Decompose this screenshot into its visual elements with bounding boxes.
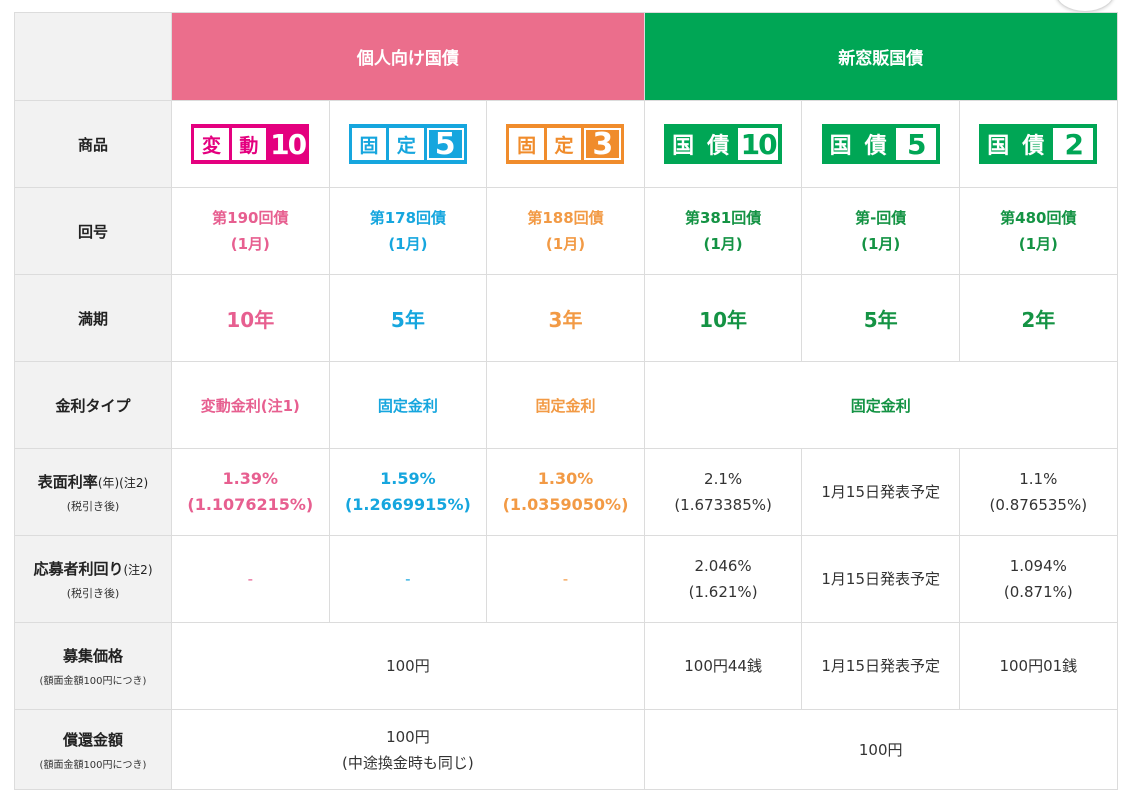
rate-type-label: 金利タイプ: [14, 361, 172, 449]
price-kokusai5: 1月15日発表予定: [801, 622, 960, 710]
yield-hendou10: -: [171, 535, 330, 623]
redeem-label: 償還金額 (額面金額100円につき): [14, 709, 172, 790]
maturity-kotei3: 3年: [486, 274, 645, 362]
coupon-label: 表面利率(年)(注2) (税引き後): [14, 448, 172, 536]
yield-kotei5: -: [328, 535, 488, 623]
maturity-kokusai5: 5年: [801, 274, 960, 362]
maturity-hendou10: 10年: [171, 274, 330, 362]
price-row: 募集価格 (額面金額100円につき) 100円 100円44銭 1月15日発表予…: [14, 622, 1118, 710]
group-header-row: 個人向け国債 新窓販国債: [14, 12, 1118, 101]
kotei3-logo: 固 定 3: [506, 124, 625, 164]
redeem-retail: 100円 (中途換金時も同じ): [171, 709, 645, 790]
price-kokusai2: 100円01銭: [958, 622, 1118, 710]
rate-type-new: 固定金利: [643, 361, 1118, 449]
coupon-kokusai10: 2.1% (1.673385%): [643, 448, 803, 536]
yield-kokusai2: 1.094% (0.871%): [958, 535, 1118, 623]
round-label: 回号: [14, 187, 172, 275]
coupon-hendou10: 1.39% (1.1076215%): [171, 448, 330, 536]
yield-kotei3: -: [486, 535, 645, 623]
coupon-row: 表面利率(年)(注2) (税引き後) 1.39% (1.1076215%) 1.5…: [14, 448, 1118, 536]
price-label: 募集価格 (額面金額100円につき): [14, 622, 172, 710]
round-kokusai2: 第480回債 (1月): [958, 187, 1118, 275]
kokusai10-logo: 国 債 10: [664, 124, 783, 164]
product-kokusai2: 国 債 2: [958, 100, 1118, 188]
round-row: 回号 第190回債 (1月) 第178回債 (1月) 第188回債 (1月) 第381…: [14, 187, 1118, 275]
scroll-top-button[interactable]: [1055, 0, 1115, 12]
bond-comparison-table: 個人向け国債 新窓販国債 商品 変 動 10 固 定 5 固 定 3 国 債 1…: [14, 12, 1118, 790]
price-retail: 100円: [171, 622, 645, 710]
hendou10-logo: 変 動 10: [191, 124, 310, 164]
maturity-kokusai2: 2年: [958, 274, 1118, 362]
yield-kokusai5: 1月15日発表予定: [801, 535, 960, 623]
product-label: 商品: [14, 100, 172, 188]
maturity-row: 満期 10年 5年 3年 10年 5年 2年: [14, 274, 1118, 362]
rate-type-kotei5: 固定金利: [328, 361, 488, 449]
rate-type-row: 金利タイプ 変動金利(注1) 固定金利 固定金利 固定金利: [14, 361, 1118, 449]
product-hendou10: 変 動 10: [171, 100, 330, 188]
kokusai5-logo: 国 債 5: [821, 124, 940, 164]
kotei5-logo: 固 定 5: [348, 124, 467, 164]
coupon-kotei3: 1.30% (1.0359050%): [486, 448, 645, 536]
redeem-new: 100円: [643, 709, 1118, 790]
kokusai2-logo: 国 債 2: [979, 124, 1098, 164]
redeem-row: 償還金額 (額面金額100円につき) 100円 (中途換金時も同じ) 100円: [14, 709, 1118, 790]
price-kokusai10: 100円44銭: [643, 622, 803, 710]
product-kokusai5: 国 債 5: [801, 100, 960, 188]
rate-type-kotei3: 固定金利: [486, 361, 645, 449]
new-bond-header: 新窓販国債: [643, 12, 1118, 101]
round-kotei5: 第178回債 (1月): [328, 187, 488, 275]
round-hendou10: 第190回債 (1月): [171, 187, 330, 275]
product-row: 商品 変 動 10 固 定 5 固 定 3 国 債 10 国 債 5 国 債 2: [14, 100, 1118, 188]
product-kokusai10: 国 債 10: [643, 100, 803, 188]
yield-row: 応募者利回り(注2) (税引き後) - - - 2.046% (1.621%) 1…: [14, 535, 1118, 623]
coupon-kokusai2: 1.1% (0.876535%): [958, 448, 1118, 536]
rate-type-hendou10: 変動金利(注1): [171, 361, 330, 449]
table-corner: [14, 12, 172, 101]
coupon-kokusai5: 1月15日発表予定: [801, 448, 960, 536]
maturity-label: 満期: [14, 274, 172, 362]
round-kokusai5: 第-回債 (1月): [801, 187, 960, 275]
product-kotei3: 固 定 3: [486, 100, 645, 188]
maturity-kotei5: 5年: [328, 274, 488, 362]
round-kotei3: 第188回債 (1月): [486, 187, 645, 275]
maturity-kokusai10: 10年: [643, 274, 803, 362]
yield-label: 応募者利回り(注2) (税引き後): [14, 535, 172, 623]
round-kokusai10: 第381回債 (1月): [643, 187, 803, 275]
product-kotei5: 固 定 5: [328, 100, 488, 188]
retail-bond-header: 個人向け国債: [171, 12, 645, 101]
coupon-kotei5: 1.59% (1.2669915%): [328, 448, 488, 536]
yield-kokusai10: 2.046% (1.621%): [643, 535, 803, 623]
